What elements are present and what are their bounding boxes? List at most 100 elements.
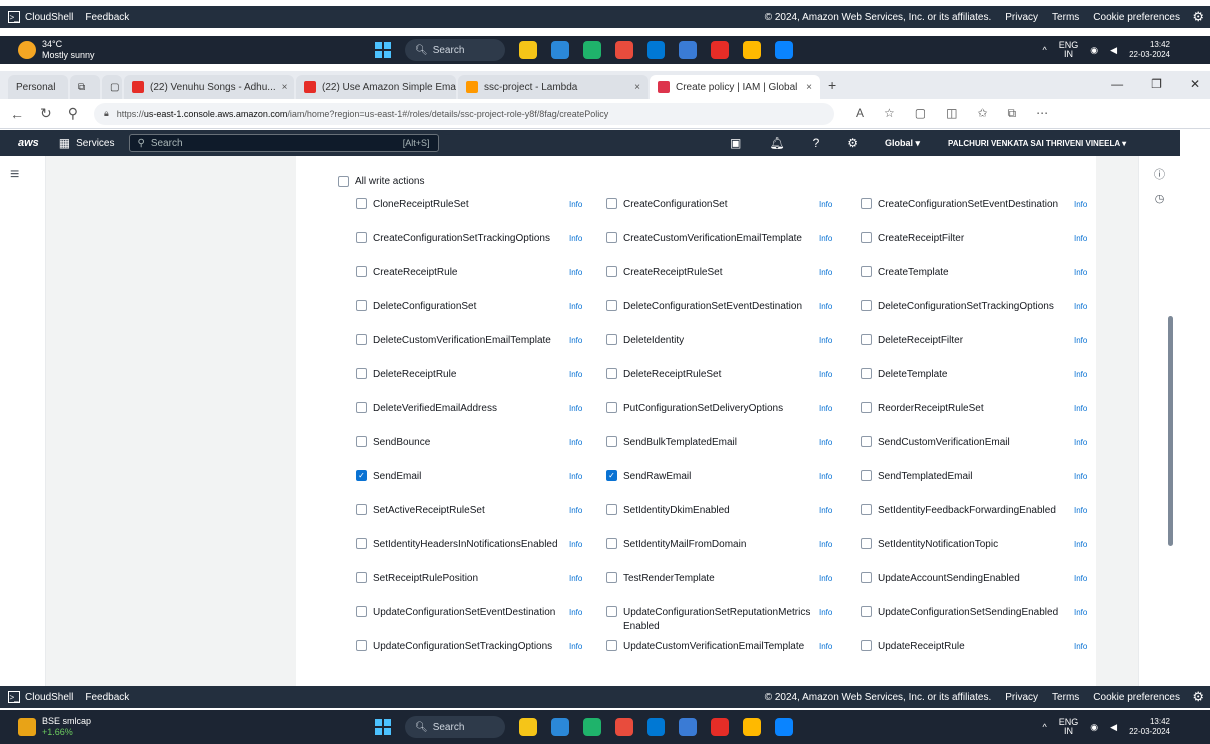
cookie-preferences-link[interactable]: Cookie preferences (1093, 692, 1180, 703)
checkbox[interactable] (356, 606, 367, 617)
stock-widget[interactable]: BSE smlcap +1.66% (0, 716, 200, 738)
refresh-icon[interactable]: ↻ (40, 105, 52, 122)
checkbox-checked[interactable]: ✓ (356, 470, 367, 481)
info-link[interactable]: Info (569, 504, 582, 518)
edge-icon[interactable] (647, 718, 665, 736)
info-link[interactable]: Info (819, 334, 832, 348)
minimize-icon[interactable]: — (1111, 77, 1123, 91)
action-checkbox-item[interactable]: PutConfigurationSetDeliveryOptions Info (606, 402, 851, 436)
action-checkbox-item[interactable]: ReorderReceiptRuleSet Info (861, 402, 1101, 436)
privacy-link[interactable]: Privacy (1005, 692, 1038, 703)
checkbox[interactable] (861, 606, 872, 617)
action-checkbox-item[interactable]: SetIdentityDkimEnabled Info (606, 504, 851, 538)
action-checkbox-item[interactable]: SetReceiptRulePosition Info (356, 572, 596, 606)
info-link[interactable]: Info (1074, 640, 1087, 654)
checkbox[interactable] (861, 334, 872, 345)
info-link[interactable]: Info (1074, 470, 1087, 484)
aws-logo[interactable]: aws (18, 137, 39, 149)
action-checkbox-item[interactable]: CreateConfigurationSet Info (606, 198, 851, 232)
action-checkbox-item[interactable]: DeleteVerifiedEmailAddress Info (356, 402, 596, 436)
checkbox[interactable] (861, 572, 872, 583)
favorites-icon[interactable]: ✩ (977, 106, 987, 121)
terms-link[interactable]: Terms (1052, 12, 1079, 23)
checkbox[interactable] (606, 300, 617, 311)
app-icon[interactable] (583, 718, 601, 736)
info-link[interactable]: Info (569, 334, 582, 348)
restore-icon[interactable]: ❐ (1151, 77, 1162, 91)
profile-button[interactable]: Personal (8, 75, 68, 99)
clock-icon[interactable]: ◷ (1155, 192, 1165, 205)
action-checkbox-item[interactable]: CreateTemplate Info (861, 266, 1101, 300)
checkbox[interactable] (606, 538, 617, 549)
checkbox[interactable] (861, 300, 872, 311)
workspaces-icon[interactable]: ⧉ (70, 75, 100, 99)
info-link[interactable]: Info (819, 606, 832, 620)
info-link[interactable]: Info (819, 368, 832, 382)
wifi-icon[interactable]: ◉ (1090, 45, 1098, 56)
action-checkbox-item[interactable]: DeleteReceiptRule Info (356, 368, 596, 402)
info-link[interactable]: Info (569, 232, 582, 246)
settings-icon[interactable]: ⚙ (847, 136, 858, 150)
info-link[interactable]: Info (819, 300, 832, 314)
action-checkbox-item[interactable]: DeleteConfigurationSet Info (356, 300, 596, 334)
checkbox[interactable] (606, 572, 617, 583)
app-icon[interactable] (743, 41, 761, 59)
close-window-icon[interactable]: ✕ (1190, 77, 1200, 91)
checkbox[interactable] (356, 504, 367, 515)
info-link[interactable]: Info (1074, 606, 1087, 620)
checkbox[interactable] (861, 232, 872, 243)
windows-start-icon[interactable] (375, 719, 391, 735)
action-checkbox-item[interactable]: SendBulkTemplatedEmail Info (606, 436, 851, 470)
info-link[interactable]: Info (1074, 232, 1087, 246)
menu-icon[interactable]: ≡ (10, 166, 19, 184)
info-link[interactable]: Info (569, 198, 582, 212)
app-icon[interactable] (775, 718, 793, 736)
checkbox[interactable] (356, 198, 367, 209)
checkbox[interactable] (606, 334, 617, 345)
feedback-link[interactable]: Feedback (85, 12, 129, 23)
action-checkbox-item[interactable]: CreateConfigurationSetEventDestination In… (861, 198, 1101, 232)
info-link[interactable]: Info (1074, 266, 1087, 280)
checkbox[interactable] (356, 232, 367, 243)
checkbox[interactable] (861, 368, 872, 379)
mail-icon[interactable] (679, 718, 697, 736)
info-link[interactable]: Info (1074, 368, 1087, 382)
action-checkbox-item[interactable]: SetIdentityNotificationTopic Info (861, 538, 1101, 572)
checkbox[interactable] (861, 402, 872, 413)
action-checkbox-item[interactable]: UpdateCustomVerificationEmailTemplate Inf… (606, 640, 851, 674)
checkbox[interactable] (606, 368, 617, 379)
file-explorer-icon[interactable] (519, 41, 537, 59)
taskbar-search[interactable]: 🔍︎ Search (405, 39, 505, 61)
app-icon[interactable] (551, 41, 569, 59)
action-checkbox-item[interactable]: TestRenderTemplate Info (606, 572, 851, 606)
windows-start-icon[interactable] (375, 42, 391, 58)
help-icon[interactable]: ? (813, 136, 820, 150)
info-link[interactable]: Info (569, 606, 582, 620)
info-link[interactable]: Info (819, 470, 832, 484)
action-checkbox-item[interactable]: UpdateConfigurationSetEventDestination In… (356, 606, 596, 640)
region-selector[interactable]: Global ▾ (885, 138, 920, 149)
info-link[interactable]: Info (1074, 538, 1087, 552)
notifications-icon[interactable]: 🔔︎ (769, 136, 784, 150)
action-checkbox-item[interactable]: CreateReceiptRuleSet Info (606, 266, 851, 300)
account-menu[interactable]: PALCHURI VENKATA SAI THRIVENI VINEELA ▾ (948, 139, 1126, 148)
action-checkbox-item[interactable]: SendCustomVerificationEmail Info (861, 436, 1101, 470)
action-checkbox-item[interactable]: SetIdentityHeadersInNotificationsEnabled… (356, 538, 596, 572)
cloudshell-button[interactable]: >_ CloudShell (8, 691, 73, 703)
cloudshell-icon[interactable]: ▣ (730, 136, 741, 150)
close-icon[interactable]: × (282, 82, 288, 93)
new-tab-icon[interactable]: + (828, 77, 836, 93)
checkbox[interactable] (338, 176, 349, 187)
info-link[interactable]: Info (569, 436, 582, 450)
action-checkbox-item[interactable]: SetIdentityFeedbackForwardingEnabled Info (861, 504, 1101, 538)
checkbox[interactable] (606, 198, 617, 209)
clock[interactable]: 13:42 22-03-2024 (1129, 717, 1170, 737)
info-link[interactable]: Info (819, 198, 832, 212)
checkbox[interactable] (356, 572, 367, 583)
info-panel-icon[interactable]: ⓘ (1154, 166, 1165, 182)
action-checkbox-item[interactable]: ✓ SendRawEmail Info (606, 470, 851, 504)
file-explorer-icon[interactable] (519, 718, 537, 736)
taskbar-search[interactable]: 🔍︎ Search (405, 716, 505, 738)
info-link[interactable]: Info (569, 538, 582, 552)
action-checkbox-item[interactable]: UpdateConfigurationSetReputationMetricsE… (606, 606, 851, 640)
